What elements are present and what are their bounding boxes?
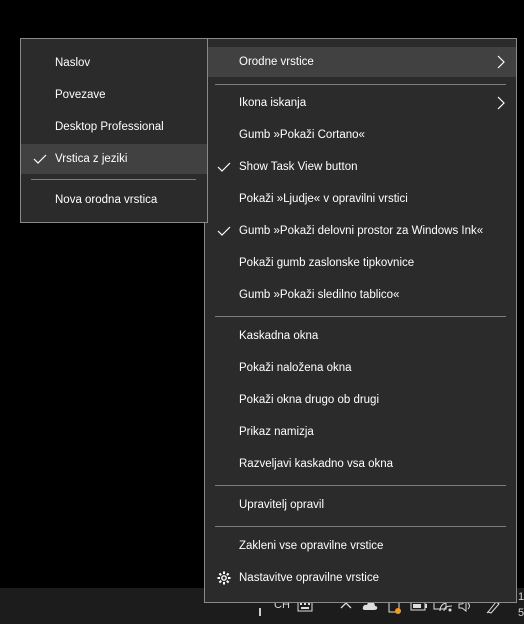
menu-item-side-by-side[interactable]: Pokaži okna drugo ob drugi [205, 385, 516, 415]
menu-item-label: Pokaži »Ljudje« v opravilni vrstici [239, 193, 408, 205]
menu-item-label: Zakleni vse opravilne vrstice [239, 540, 384, 552]
menu-separator [215, 316, 506, 317]
submenu-item-label: Povezave [55, 89, 106, 101]
submenu-item-new-toolbar[interactable]: Nova orodna vrstica [21, 185, 207, 215]
checkmark-icon [33, 152, 47, 166]
submenu-item-label: Vrstica z jeziki [55, 153, 128, 165]
submenu-item-links[interactable]: Povezave [21, 80, 207, 110]
submenu-item-label: Nova orodna vrstica [55, 194, 158, 206]
taskbar-context-menu: Orodne vrstice Ikona iskanja Gumb »Pokaž… [204, 38, 517, 603]
menu-item-label: Razveljavi kaskadno vsa okna [239, 458, 394, 470]
menu-item-windows-ink[interactable]: Gumb »Pokaži delovni prostor za Windows … [205, 216, 516, 246]
submenu-item-language-bar[interactable]: Vrstica z jeziki [21, 144, 207, 174]
checkmark-icon [217, 160, 231, 174]
menu-item-label: Kaskadna okna [239, 330, 319, 342]
menu-item-label: Pokaži gumb zaslonske tipkovnice [239, 257, 415, 269]
menu-item-label: Nastavitve opravilne vrstice [239, 572, 379, 584]
menu-item-label: Show Task View button [239, 161, 358, 173]
menu-item-task-view[interactable]: Show Task View button [205, 152, 516, 182]
chevron-right-icon [496, 55, 506, 69]
toolbars-submenu: Naslov Povezave Desktop Professional Vrs… [20, 38, 208, 223]
menu-separator [31, 179, 196, 180]
submenu-item-address[interactable]: Naslov [21, 48, 207, 78]
menu-item-label: Gumb »Pokaži Cortano« [239, 129, 365, 141]
menu-item-show-people[interactable]: Pokaži »Ljudje« v opravilni vrstici [205, 184, 516, 214]
menu-item-label: Ikona iskanja [239, 97, 307, 109]
menu-item-lock-taskbars[interactable]: Zakleni vse opravilne vrstice [205, 531, 516, 561]
menu-item-label: Prikaz namizja [239, 426, 314, 438]
menu-item-undo-cascade[interactable]: Razveljavi kaskadno vsa okna [205, 449, 516, 479]
menu-separator [215, 84, 506, 85]
menu-item-toolbars[interactable]: Orodne vrstice [205, 47, 516, 77]
menu-separator [215, 526, 506, 527]
menu-item-touchpad[interactable]: Gumb »Pokaži sledilno tablico« [205, 280, 516, 310]
menu-item-taskbar-settings[interactable]: Nastavitve opravilne vrstice [205, 563, 516, 593]
menu-item-label: Gumb »Pokaži sledilno tablico« [239, 289, 400, 301]
menu-separator [215, 485, 506, 486]
menu-item-label: Upravitelj opravil [239, 499, 325, 511]
menu-item-show-cortana[interactable]: Gumb »Pokaži Cortano« [205, 120, 516, 150]
clock-line1[interactable]: 1 [518, 592, 524, 603]
menu-item-show-desktop[interactable]: Prikaz namizja [205, 417, 516, 447]
pipe-icon [259, 608, 261, 616]
menu-item-task-manager[interactable]: Upravitelj opravil [205, 490, 516, 520]
clock-line2[interactable]: 5 [518, 608, 524, 619]
submenu-item-label: Naslov [55, 57, 91, 69]
checkmark-icon [217, 224, 231, 238]
menu-item-label: Pokaži naložena okna [239, 362, 352, 374]
gear-icon [217, 571, 231, 585]
menu-item-label: Gumb »Pokaži delovni prostor za Windows … [239, 225, 484, 237]
chevron-right-icon [496, 96, 506, 110]
menu-item-touch-keyboard[interactable]: Pokaži gumb zaslonske tipkovnice [205, 248, 516, 278]
menu-item-label: Pokaži okna drugo ob drugi [239, 394, 380, 406]
menu-item-search-icon[interactable]: Ikona iskanja [205, 88, 516, 118]
menu-item-label: Orodne vrstice [239, 56, 314, 68]
menu-item-stacked[interactable]: Pokaži naložena okna [205, 353, 516, 383]
submenu-item-label: Desktop Professional [55, 121, 164, 133]
submenu-item-desktop[interactable]: Desktop Professional [21, 112, 207, 142]
menu-item-cascade[interactable]: Kaskadna okna [205, 321, 516, 351]
